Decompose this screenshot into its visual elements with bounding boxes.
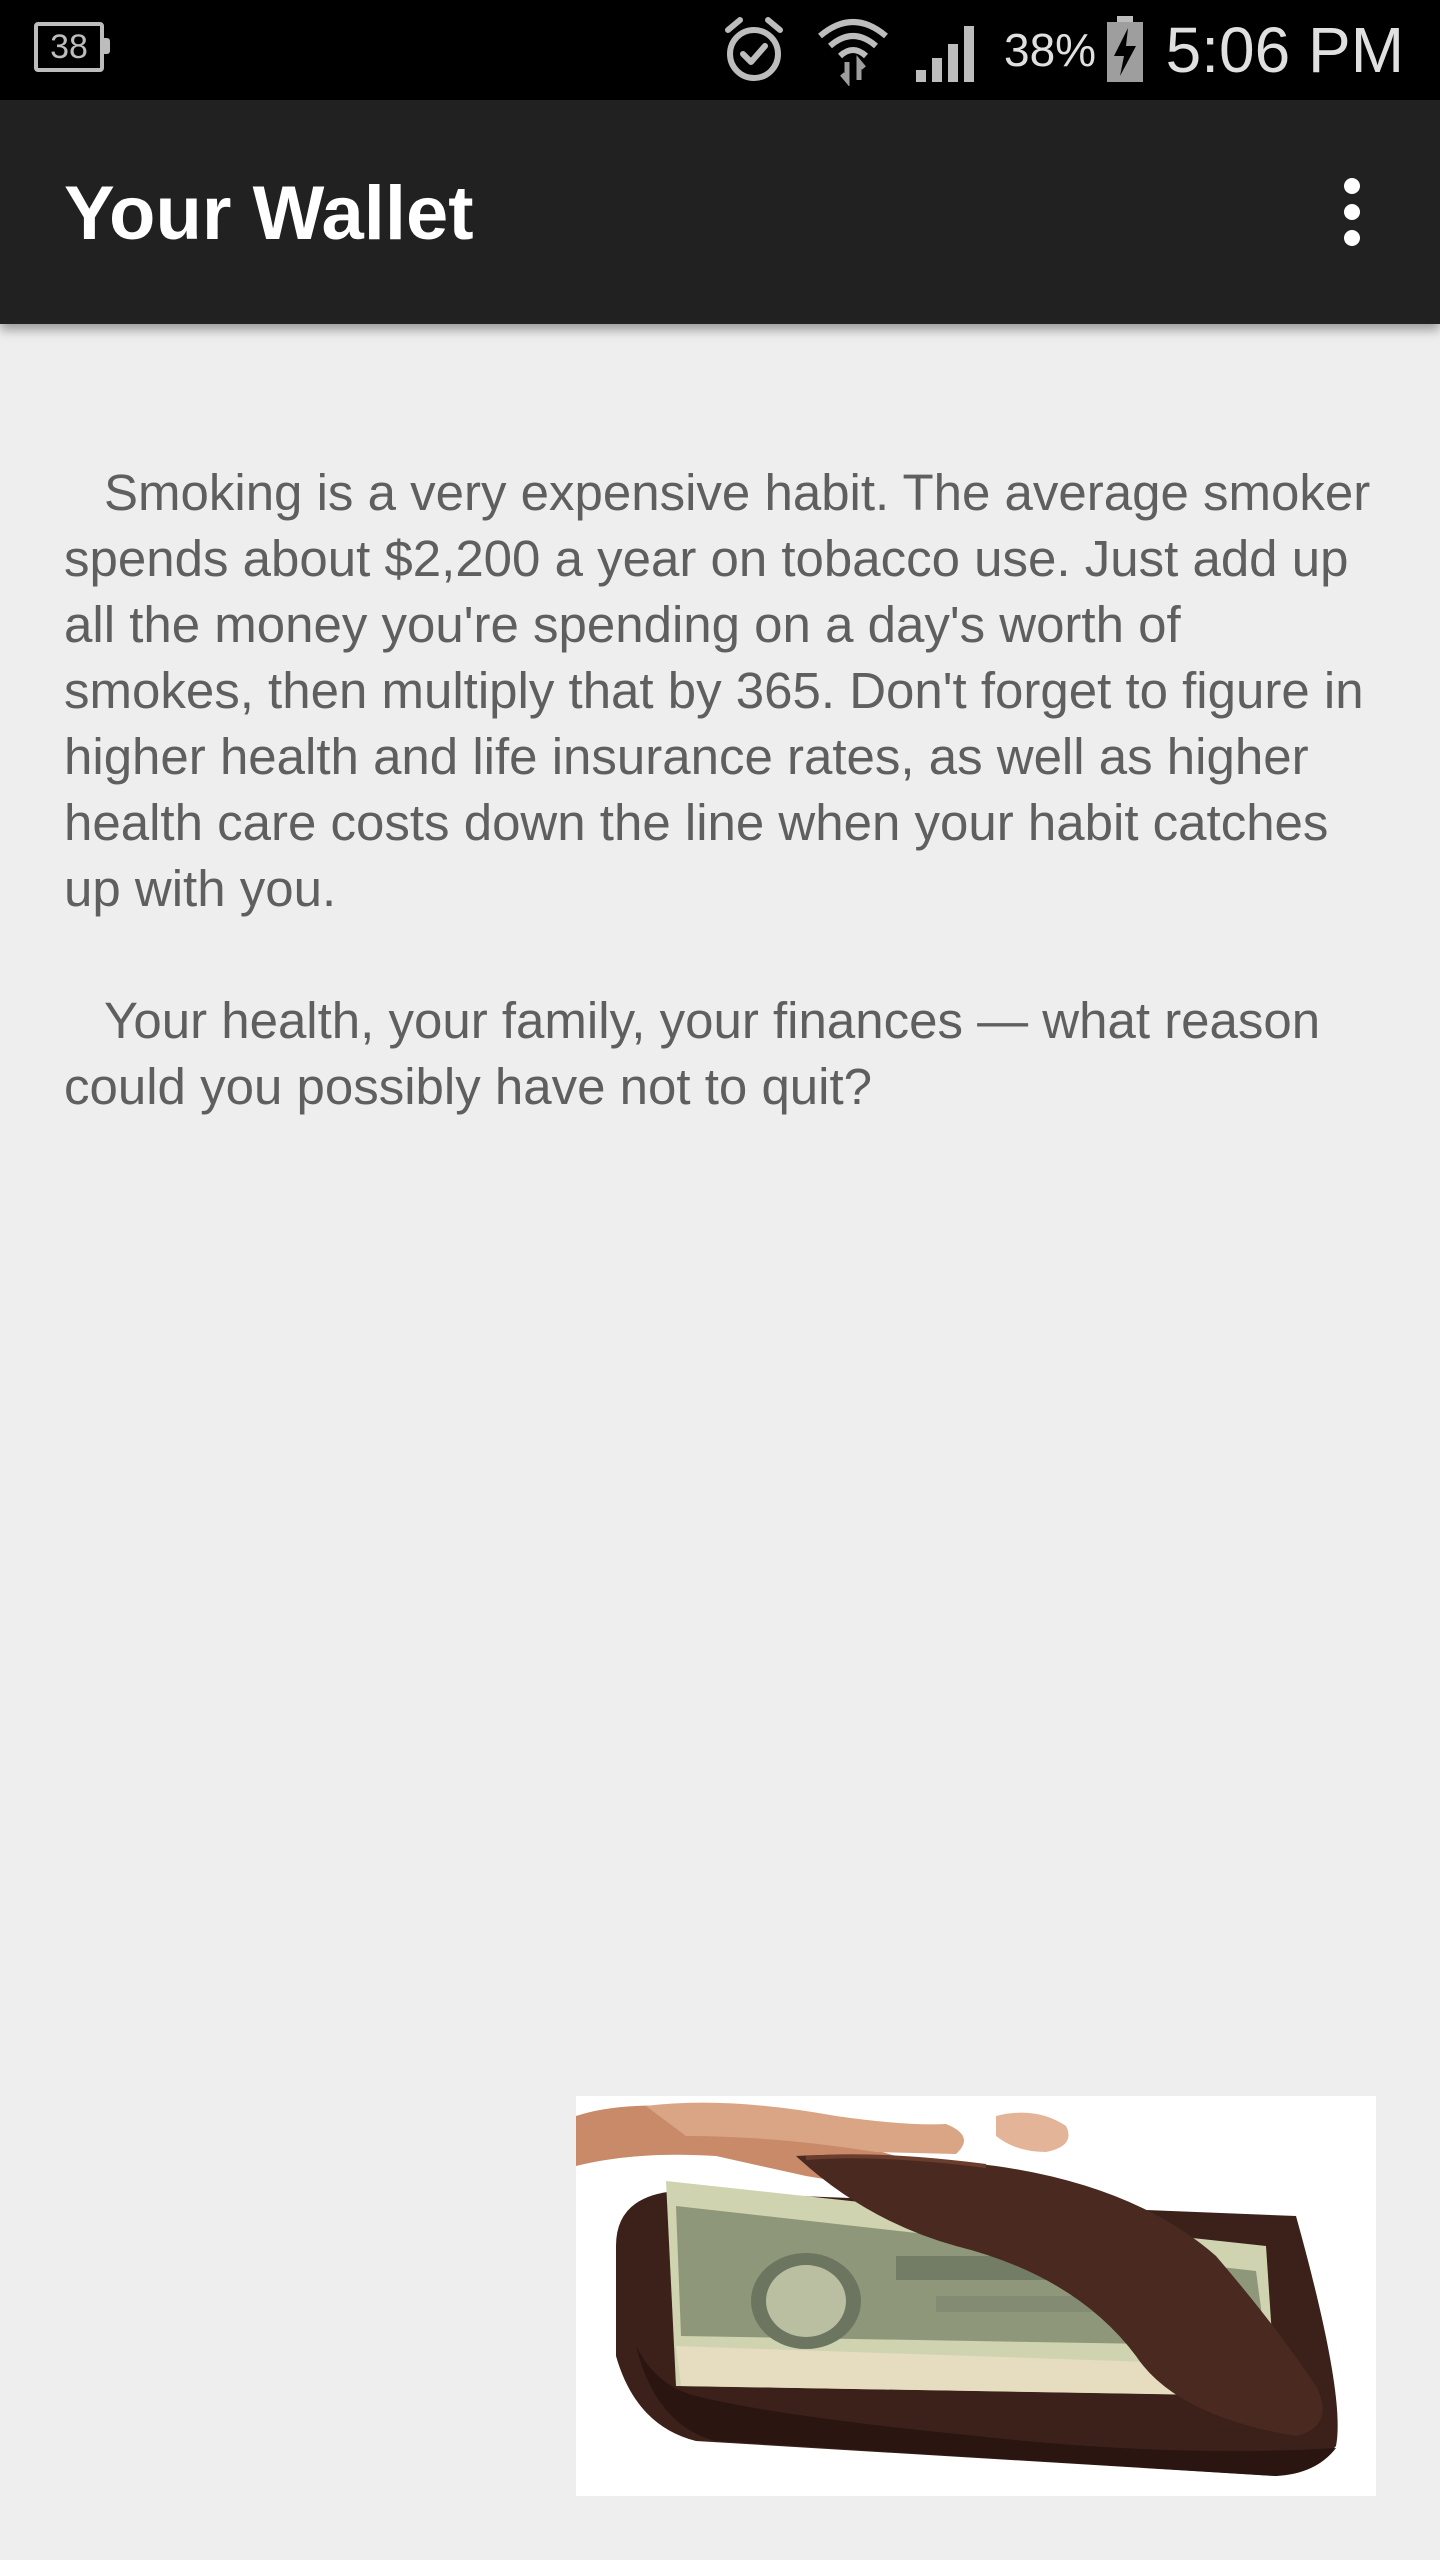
status-time: 5:06 PM [1165,14,1404,86]
battery-percent: 38% [1004,24,1097,76]
status-bar: 38 38% 5:06 PM [0,0,1440,100]
alarm-icon [725,17,783,81]
article-body: Smoking is a very expensive habit. The a… [64,460,1384,1120]
paragraph-cost: Smoking is a very expensive habit. The a… [64,464,1371,917]
overflow-dot [1344,204,1360,220]
more-vertical-icon[interactable] [1320,164,1384,260]
cell-signal-icon [916,26,974,82]
wallet-illustration [576,2102,1338,2476]
overflow-dot [1344,178,1360,194]
wifi-icon [818,19,888,86]
app-bar: Your Wallet [0,100,1440,324]
notification-badge-icon: 38 [34,22,110,72]
battery-charging-icon [1107,16,1143,82]
overflow-dot [1344,230,1360,246]
paragraph-quit-reason: Your health, your family, your finances … [64,992,1321,1115]
wallet-image [576,2096,1376,2496]
page-title: Your Wallet [64,171,474,256]
